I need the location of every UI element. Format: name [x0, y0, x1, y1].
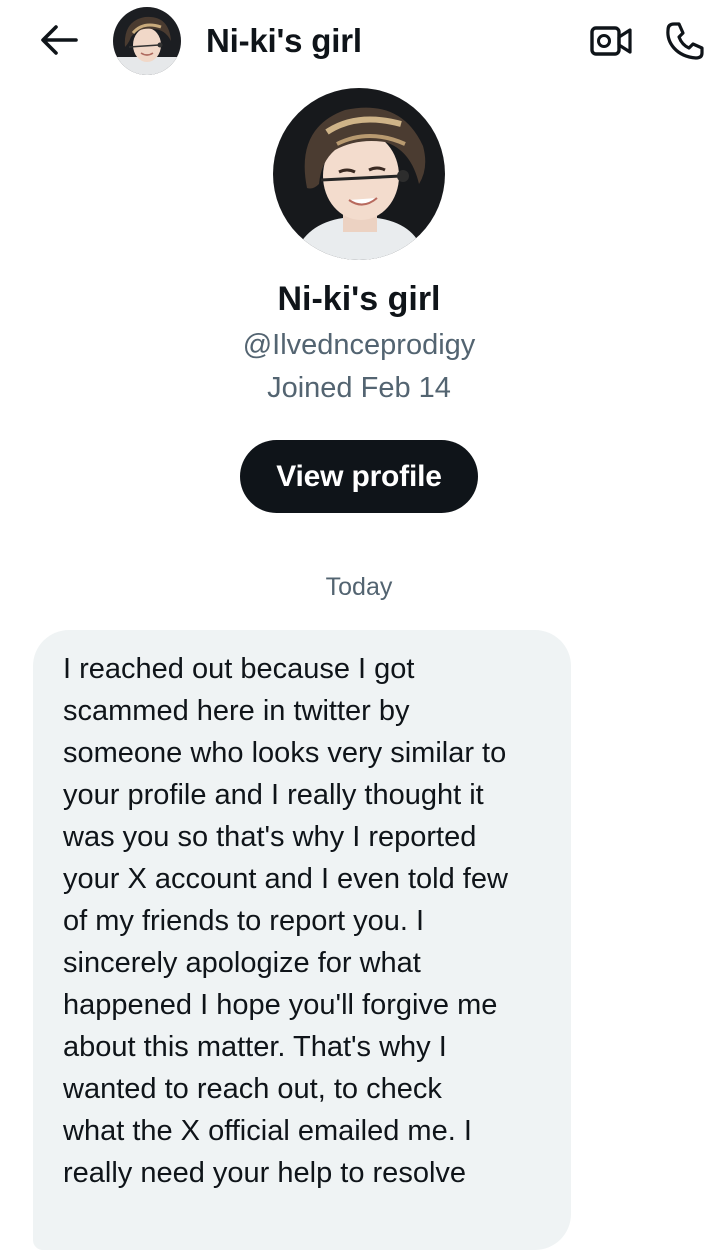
arrow-left-icon — [41, 25, 78, 55]
header-avatar[interactable] — [113, 7, 181, 75]
phone-call-button[interactable] — [660, 16, 710, 66]
profile-avatar-image — [273, 88, 445, 260]
profile-name: Ni-ki's girl — [277, 280, 441, 318]
message-text: I reached out because I got scammed here… — [63, 653, 508, 1189]
back-button[interactable] — [34, 20, 82, 60]
profile-handle: @Ilvednceprodigy — [242, 329, 476, 361]
avatar-image — [113, 7, 181, 75]
profile-avatar[interactable] — [273, 88, 445, 260]
phone-icon — [666, 22, 704, 60]
view-profile-button[interactable]: View profile — [240, 440, 478, 513]
conversation-header: Ni-ki's girl — [0, 0, 718, 82]
message-bubble[interactable]: I reached out because I got scammed here… — [33, 630, 571, 1250]
video-call-button[interactable] — [586, 18, 636, 64]
date-divider: Today — [325, 573, 393, 601]
header-title: Ni-ki's girl — [206, 22, 362, 59]
video-camera-icon — [590, 26, 632, 56]
profile-joined-date: Joined Feb 14 — [267, 372, 451, 404]
